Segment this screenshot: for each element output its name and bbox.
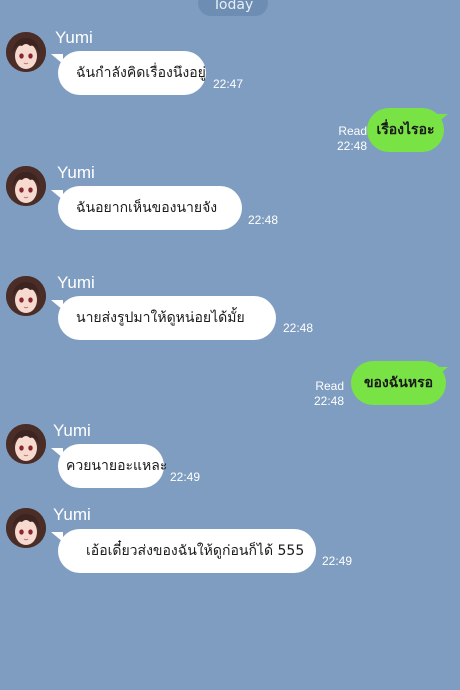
message-text: นายส่งรูปมาให้ดูหน่อยได้มั้ย bbox=[76, 310, 245, 326]
read-receipt: Read 22:48 bbox=[299, 379, 344, 409]
avatar[interactable] bbox=[6, 508, 46, 548]
message-time: 22:48 bbox=[248, 213, 279, 227]
avatar-portrait bbox=[6, 32, 46, 72]
message-bubble[interactable]: เรื่องไรอะ bbox=[367, 108, 444, 152]
message-bubble[interactable]: นายส่งรูปมาให้ดูหน่อยได้มั้ย bbox=[58, 296, 276, 340]
sender-name: Yumi bbox=[57, 273, 95, 292]
message-text: ควยนายอะแหละ bbox=[66, 458, 168, 474]
message-text: ของฉันหรอ bbox=[363, 375, 434, 391]
read-receipt: Read 22:48 bbox=[322, 124, 367, 154]
avatar[interactable] bbox=[6, 424, 46, 464]
message-text: ฉันกำลังคิดเรื่องนึงอยู่ bbox=[76, 65, 206, 81]
avatar[interactable] bbox=[6, 166, 46, 206]
message-time: 22:48 bbox=[283, 321, 314, 335]
sender-name: Yumi bbox=[55, 28, 93, 47]
avatar-portrait bbox=[6, 508, 46, 548]
avatar-portrait bbox=[6, 166, 46, 206]
message-bubble[interactable]: ฉันกำลังคิดเรื่องนึงอยู่ bbox=[58, 51, 206, 95]
sender-name: Yumi bbox=[53, 421, 91, 440]
message-time: 22:47 bbox=[213, 77, 244, 91]
avatar-portrait bbox=[6, 424, 46, 464]
message-text: เรื่องไรอะ bbox=[376, 122, 435, 138]
read-status: Read bbox=[338, 124, 367, 138]
avatar-portrait bbox=[6, 276, 46, 316]
message-bubble[interactable]: เอ้อเดี๋ยวส่งของฉันให้ดูก่อนก็ได้ 555 bbox=[58, 529, 316, 573]
message-text: ฉันอยากเห็นของนายจัง bbox=[76, 200, 218, 216]
avatar[interactable] bbox=[6, 32, 46, 72]
message-time: 22:48 bbox=[336, 139, 367, 153]
message-time: 22:49 bbox=[170, 470, 201, 484]
read-status: Read bbox=[315, 379, 344, 393]
avatar[interactable] bbox=[6, 276, 46, 316]
message-time: 22:48 bbox=[313, 394, 344, 408]
message-bubble[interactable]: ฉันอยากเห็นของนายจัง bbox=[58, 186, 242, 230]
sender-name: Yumi bbox=[53, 505, 91, 524]
date-separator: Today bbox=[198, 0, 268, 16]
message-text: เอ้อเดี๋ยวส่งของฉันให้ดูก่อนก็ได้ 555 bbox=[86, 543, 305, 559]
message-bubble[interactable]: ควยนายอะแหละ bbox=[58, 444, 168, 488]
message-time: 22:49 bbox=[322, 554, 353, 568]
sender-name: Yumi bbox=[57, 163, 95, 182]
message-bubble[interactable]: ของฉันหรอ bbox=[351, 361, 446, 405]
